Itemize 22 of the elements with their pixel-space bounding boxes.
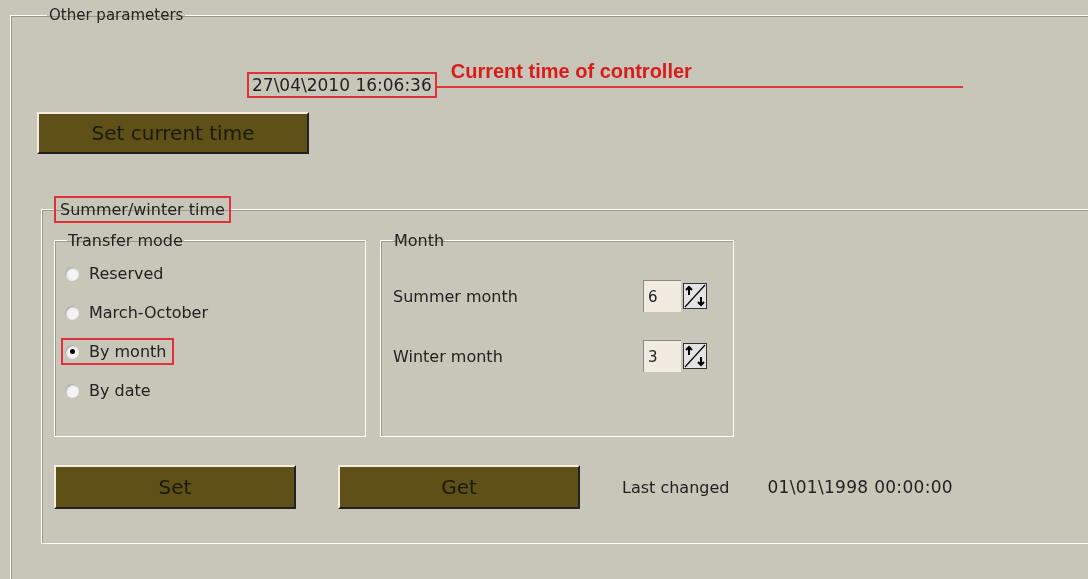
last-changed-value: 01\01\1998 00:00:00 [767,477,953,497]
radio-option[interactable]: By date [61,377,159,404]
input-field[interactable]: 3 [643,340,681,372]
input-field[interactable]: 6 [643,280,681,312]
radio-icon [65,344,79,359]
current-time: 27\04\2010 16:06:36 [247,72,437,98]
field-label: Summer month [393,286,519,306]
last-changed-label: Last changed [622,477,730,497]
radio-option[interactable]: March-October [61,299,217,326]
group-title: Other parameters [48,6,185,24]
group-title: Month [393,231,446,250]
radio-option[interactable]: Reserved [61,260,172,287]
callout-text: Current time of controller [450,60,693,83]
radio-icon [65,383,79,398]
group-title: Summer/winter time [54,196,231,223]
radio-option[interactable]: By month [61,338,175,365]
spinner-icon[interactable] [683,283,707,309]
group-title: Transfer mode [67,231,184,250]
spinner-icon[interactable] [683,343,707,369]
radio-icon [65,266,79,281]
field-label: Winter month [393,346,504,366]
radio-icon [65,305,79,320]
